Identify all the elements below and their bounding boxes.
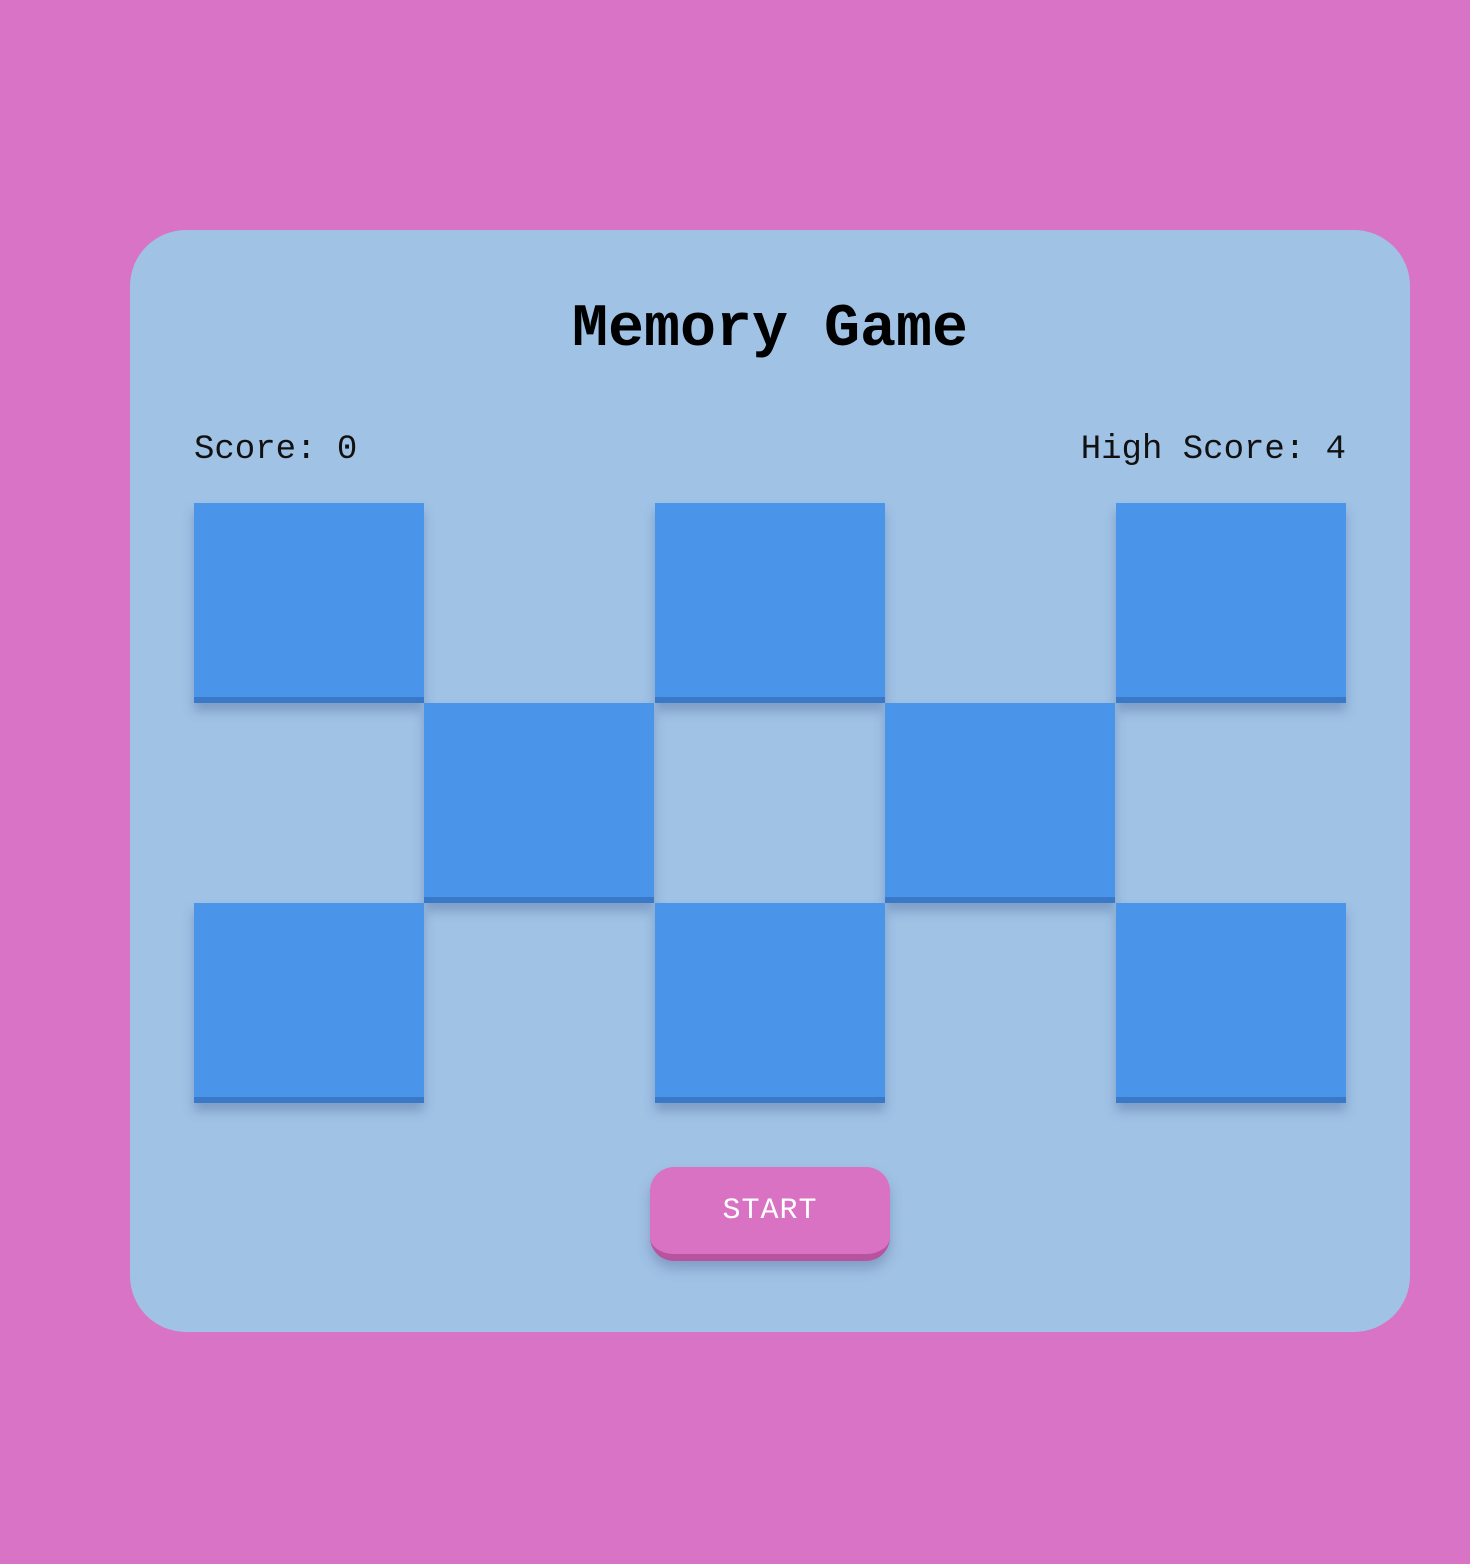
card-tile-6[interactable] bbox=[194, 903, 424, 1103]
card-tile-1[interactable] bbox=[194, 503, 424, 703]
game-panel: Memory Game Score: 0 High Score: 4 START bbox=[130, 230, 1410, 1332]
card-tile-8[interactable] bbox=[1116, 903, 1346, 1103]
card-tile-4[interactable] bbox=[424, 703, 654, 903]
card-tile-2[interactable] bbox=[655, 503, 885, 703]
high-score-display: High Score: 4 bbox=[1080, 431, 1346, 469]
card-tile-7[interactable] bbox=[655, 903, 885, 1103]
game-title: Memory Game bbox=[571, 296, 969, 364]
start-button[interactable]: START bbox=[650, 1167, 890, 1261]
game-board bbox=[194, 503, 1346, 1103]
score-display: Score: 0 bbox=[194, 431, 358, 469]
card-tile-5[interactable] bbox=[885, 703, 1115, 903]
page-background: { "game": { "title": "Memory Game", "sco… bbox=[0, 0, 1470, 1564]
card-tile-3[interactable] bbox=[1116, 503, 1346, 703]
